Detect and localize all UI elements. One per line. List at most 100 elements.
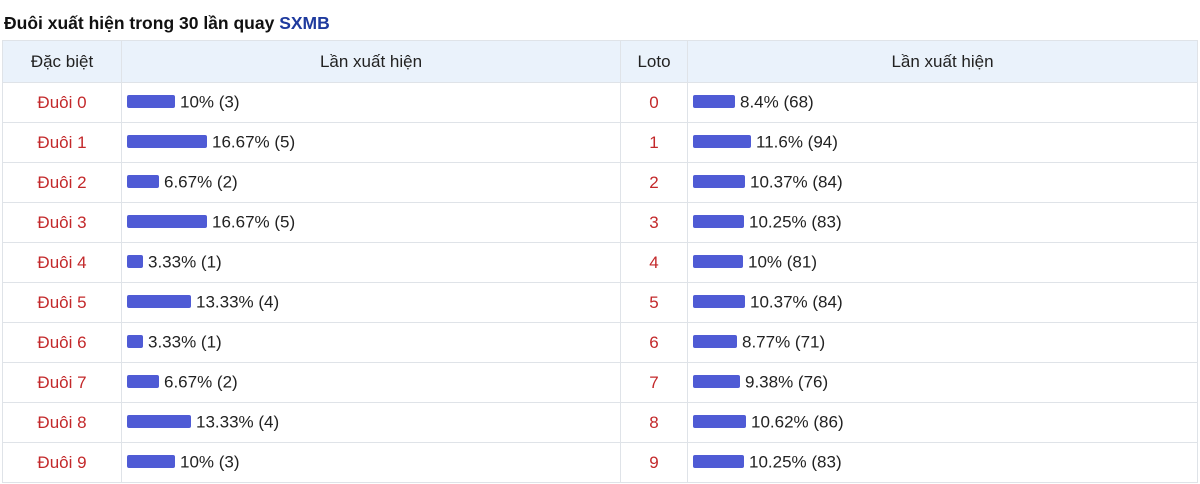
loto-frequency-cell: 10.25% (83)	[687, 202, 1198, 243]
loto-frequency-value: 10% (81)	[748, 252, 817, 272]
special-frequency-value: 6.67% (2)	[164, 372, 238, 392]
special-tail-label: Đuôi 7	[2, 362, 122, 403]
loto-tail-label: 1	[620, 122, 688, 163]
special-tail-label: Đuôi 0	[2, 82, 122, 123]
special-frequency-cell: 13.33% (4)	[121, 282, 621, 323]
table-row: Đuôi 6 3.33% (1) 6 8.77% (71)	[2, 322, 1198, 363]
table-row: Đuôi 5 13.33% (4) 5 10.37% (84)	[2, 282, 1198, 323]
special-frequency-cell: 6.67% (2)	[121, 162, 621, 203]
table-body: Đuôi 0 10% (3) 0 8.4% (68) Đuôi 1 16.67% (5) 1…	[2, 82, 1198, 483]
table-row: Đuôi 3 16.67% (5) 3 10.25% (83)	[2, 202, 1198, 243]
loto-frequency-bar	[693, 455, 744, 469]
special-frequency-bar	[127, 95, 175, 109]
loto-frequency-cell: 8.77% (71)	[687, 322, 1198, 363]
special-frequency-bar	[127, 175, 159, 189]
special-frequency-value: 13.33% (4)	[196, 412, 280, 432]
special-frequency-bar	[127, 255, 143, 269]
special-frequency-value: 3.33% (1)	[148, 252, 222, 272]
header-lan-xuat-hien-loto: Lần xuất hiện	[687, 40, 1198, 83]
special-frequency-value: 13.33% (4)	[196, 292, 280, 312]
table-row: Đuôi 4 3.33% (1) 4 10% (81)	[2, 242, 1198, 283]
table-row: Đuôi 9 10% (3) 9 10.25% (83)	[2, 442, 1198, 483]
special-frequency-cell: 16.67% (5)	[121, 202, 621, 243]
special-frequency-cell: 16.67% (5)	[121, 122, 621, 163]
page-title: Đuôi xuất hiện trong 30 lần quay SXMB	[4, 13, 330, 39]
loto-frequency-value: 9.38% (76)	[745, 372, 829, 392]
table-row: Đuôi 2 6.67% (2) 2 10.37% (84)	[2, 162, 1198, 203]
loto-frequency-bar	[693, 215, 744, 229]
table-row: Đuôi 1 16.67% (5) 1 11.6% (94)	[2, 122, 1198, 163]
special-frequency-bar	[127, 135, 207, 149]
loto-frequency-bar	[693, 95, 735, 109]
loto-frequency-bar	[693, 295, 745, 309]
loto-tail-label: 5	[620, 282, 688, 323]
loto-tail-label: 6	[620, 322, 688, 363]
special-tail-label: Đuôi 5	[2, 282, 122, 323]
header-dac-biet: Đặc biệt	[2, 40, 122, 83]
loto-frequency-value: 8.77% (71)	[742, 332, 826, 352]
loto-tail-label: 7	[620, 362, 688, 403]
special-frequency-value: 3.33% (1)	[148, 332, 222, 352]
special-tail-label: Đuôi 3	[2, 202, 122, 243]
loto-frequency-cell: 9.38% (76)	[687, 362, 1198, 403]
loto-frequency-cell: 10% (81)	[687, 242, 1198, 283]
loto-frequency-cell: 10.37% (84)	[687, 162, 1198, 203]
special-frequency-cell: 6.67% (2)	[121, 362, 621, 403]
table-header-row: Đặc biệt Lần xuất hiện Loto Lần xuất hiệ…	[2, 40, 1198, 83]
loto-frequency-bar	[693, 175, 745, 189]
special-tail-label: Đuôi 2	[2, 162, 122, 203]
special-frequency-cell: 3.33% (1)	[121, 322, 621, 363]
special-frequency-cell: 3.33% (1)	[121, 242, 621, 283]
special-tail-label: Đuôi 1	[2, 122, 122, 163]
loto-frequency-bar	[693, 255, 743, 269]
loto-tail-label: 9	[620, 442, 688, 483]
loto-frequency-cell: 10.25% (83)	[687, 442, 1198, 483]
special-frequency-cell: 10% (3)	[121, 442, 621, 483]
special-tail-label: Đuôi 4	[2, 242, 122, 283]
loto-frequency-value: 10.37% (84)	[750, 172, 843, 192]
table-row: Đuôi 0 10% (3) 0 8.4% (68)	[2, 82, 1198, 123]
special-tail-label: Đuôi 8	[2, 402, 122, 443]
special-frequency-bar	[127, 415, 191, 429]
special-frequency-bar	[127, 335, 143, 349]
loto-frequency-bar	[693, 135, 751, 149]
loto-frequency-bar	[693, 415, 746, 429]
loto-frequency-value: 11.6% (94)	[756, 132, 838, 152]
loto-frequency-bar	[693, 375, 740, 389]
loto-frequency-cell: 11.6% (94)	[687, 122, 1198, 163]
special-tail-label: Đuôi 9	[2, 442, 122, 483]
header-loto: Loto	[620, 40, 688, 83]
loto-frequency-value: 10.37% (84)	[750, 292, 843, 312]
special-tail-label: Đuôi 6	[2, 322, 122, 363]
loto-frequency-value: 10.25% (83)	[749, 212, 842, 232]
loto-frequency-bar	[693, 335, 737, 349]
special-frequency-value: 10% (3)	[180, 92, 240, 112]
special-frequency-cell: 13.33% (4)	[121, 402, 621, 443]
loto-frequency-value: 8.4% (68)	[740, 92, 814, 112]
tail-frequency-table: Đặc biệt Lần xuất hiện Loto Lần xuất hiệ…	[2, 40, 1198, 483]
header-lan-xuat-hien-special: Lần xuất hiện	[121, 40, 621, 83]
loto-frequency-cell: 8.4% (68)	[687, 82, 1198, 123]
page-title-text: Đuôi xuất hiện trong 30 lần quay	[4, 13, 275, 33]
special-frequency-bar	[127, 295, 191, 309]
loto-tail-label: 0	[620, 82, 688, 123]
loto-tail-label: 4	[620, 242, 688, 283]
loto-tail-label: 2	[620, 162, 688, 203]
loto-frequency-cell: 10.62% (86)	[687, 402, 1198, 443]
special-frequency-value: 6.67% (2)	[164, 172, 238, 192]
special-frequency-cell: 10% (3)	[121, 82, 621, 123]
loto-tail-label: 3	[620, 202, 688, 243]
special-frequency-value: 16.67% (5)	[212, 212, 296, 232]
loto-frequency-value: 10.25% (83)	[749, 452, 842, 472]
special-frequency-value: 16.67% (5)	[212, 132, 296, 152]
table-row: Đuôi 8 13.33% (4) 8 10.62% (86)	[2, 402, 1198, 443]
special-frequency-bar	[127, 215, 207, 229]
special-frequency-bar	[127, 455, 175, 469]
special-frequency-value: 10% (3)	[180, 452, 240, 472]
table-row: Đuôi 7 6.67% (2) 7 9.38% (76)	[2, 362, 1198, 403]
loto-frequency-value: 10.62% (86)	[751, 412, 844, 432]
loto-frequency-cell: 10.37% (84)	[687, 282, 1198, 323]
loto-tail-label: 8	[620, 402, 688, 443]
special-frequency-bar	[127, 375, 159, 389]
page-title-brand: SXMB	[279, 13, 330, 33]
